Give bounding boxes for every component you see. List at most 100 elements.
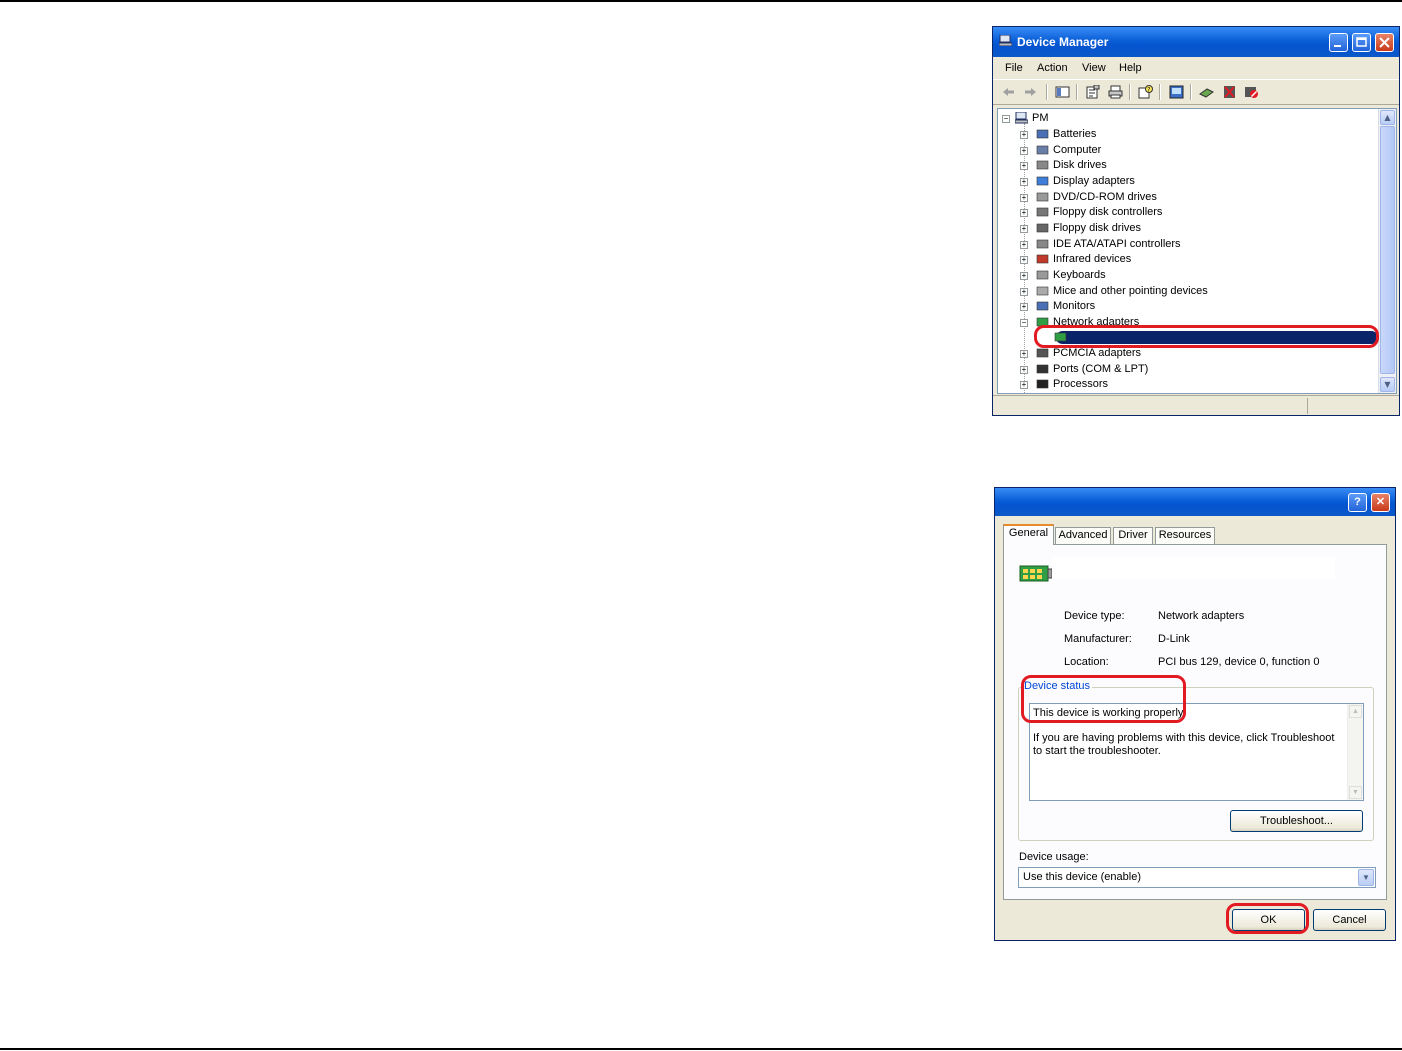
expand-toggle[interactable]: + [1020,271,1028,280]
expand-toggle[interactable]: + [1020,256,1028,265]
uninstall-icon[interactable] [1222,85,1237,99]
expand-toggle[interactable]: + [1020,224,1028,233]
scroll-thumb[interactable] [1380,126,1395,374]
back-icon[interactable] [1001,85,1016,99]
expand-toggle[interactable]: + [1020,350,1028,359]
expand-toggle[interactable]: − [1020,318,1028,327]
toolbar-separator [1129,84,1131,100]
location-label: Location: [1064,656,1109,668]
status-bar [993,395,1399,415]
tree-item-label: Display adapters [1053,174,1135,187]
expand-toggle[interactable]: + [1020,287,1028,296]
tree-item-label: Keyboards [1053,268,1106,281]
tree-item-label: IDE ATA/ATAPI controllers [1053,237,1181,250]
highlight-ring-selected-adapter [1034,325,1379,348]
device-manager-titlebar[interactable]: Device Manager [993,27,1399,57]
svg-text:?: ? [1147,87,1150,94]
disable-icon[interactable] [1244,85,1259,99]
tree-item-label: Batteries [1053,128,1097,140]
minimize-icon [1334,45,1341,47]
bottom-rule [0,1048,1402,1050]
status-scroll-up[interactable]: ▲ [1349,705,1362,718]
expand-toggle[interactable]: + [1020,303,1028,312]
help-icon[interactable]: ? [1138,85,1153,99]
tree-item-label: Floppy disk controllers [1053,206,1163,219]
device-category-icon [1036,348,1049,358]
menu-bar: File Action View Help [993,57,1399,79]
dialog-help-button[interactable]: ? [1348,493,1367,512]
device-usage-select[interactable]: Use this device (enable) ▼ [1018,867,1376,888]
expand-toggle[interactable]: + [1020,381,1028,390]
tab-resources[interactable]: Resources [1155,527,1215,544]
toolbar-separator [1046,84,1048,100]
device-type-value: Network adapters [1158,610,1245,622]
tree-item-label: Processors [1053,378,1109,391]
dialog-titlebar[interactable]: ? ✕ [995,488,1395,516]
expand-toggle[interactable]: + [1020,177,1028,186]
device-usage-label: Device usage: [1019,851,1089,863]
update-driver-icon[interactable] [1199,85,1214,99]
device-category-icon [1036,223,1049,233]
device-category-icon [1036,286,1049,295]
device-category-icon [1036,145,1049,154]
tree-item-label: Monitors [1053,300,1096,313]
status-help-text: If you are having problems with this dev… [1033,732,1335,757]
tree-item-label: Floppy disk drives [1053,221,1142,234]
device-category-icon [1036,380,1049,389]
tab-advanced[interactable]: Advanced [1055,527,1111,544]
toolbar-separator [1076,84,1078,100]
status-scrollbar[interactable]: ▲ ▼ [1347,704,1363,800]
tree-item-label: Ports (COM & LPT) [1053,362,1149,375]
manufacturer-value: D-Link [1158,633,1190,645]
highlight-ring-ok-button [1226,903,1309,934]
scroll-up-button[interactable]: ▲ [1380,110,1395,125]
tree-item-label: PCMCIA adapters [1053,347,1142,360]
menu-action[interactable]: Action [1037,62,1068,74]
status-scroll-down[interactable]: ▼ [1349,786,1362,799]
maximize-button[interactable] [1352,33,1371,52]
device-usage-value: Use this device (enable) [1023,871,1142,883]
highlight-ring-device-status [1021,675,1186,723]
close-button[interactable] [1375,33,1394,52]
scan-hardware-icon[interactable] [1169,85,1184,99]
device-category-icon [1036,254,1049,264]
forward-icon[interactable] [1023,85,1038,99]
tree-item-label: Mice and other pointing devices [1053,284,1208,297]
menu-view[interactable]: View [1082,62,1106,74]
device-category-icon [1036,192,1049,201]
troubleshoot-button[interactable]: Troubleshoot... [1230,810,1363,832]
expand-toggle[interactable]: + [1020,146,1028,155]
properties-icon[interactable] [1085,85,1100,99]
expand-toggle[interactable]: + [1020,131,1028,139]
tree-root-label: PM [1032,112,1049,124]
computer-icon [999,35,1012,46]
device-name-field [1052,557,1335,579]
minimize-button[interactable] [1329,33,1348,52]
dialog-close-button[interactable]: ✕ [1371,493,1390,512]
scroll-down-button[interactable]: ▼ [1380,377,1395,392]
toolbar: ? [993,79,1399,105]
maximize-icon [1356,37,1367,47]
show-hide-tree-icon[interactable] [1055,85,1070,99]
menu-file[interactable]: File [1005,62,1023,74]
expand-toggle[interactable]: + [1020,240,1028,249]
print-icon[interactable] [1108,85,1123,99]
device-type-label: Device type: [1064,610,1125,622]
tree-item-label: Computer [1053,143,1102,156]
menu-help[interactable]: Help [1119,62,1142,74]
expand-toggle[interactable]: + [1020,162,1028,171]
chevron-down-icon[interactable]: ▼ [1358,869,1374,886]
cancel-button[interactable]: Cancel [1313,909,1386,931]
expand-toggle[interactable]: + [1020,209,1028,218]
window-title: Device Manager [1017,35,1109,49]
collapse-toggle[interactable]: − [1002,115,1010,123]
expand-toggle[interactable]: + [1020,365,1028,374]
help-glyph: ? [1354,496,1361,508]
tree-item-label: Infrared devices [1053,253,1132,266]
tab-general[interactable]: General [1003,524,1054,545]
tree-item-label: Disk drives [1053,159,1107,172]
tree-scrollbar[interactable]: ▲ ▼ [1378,109,1396,393]
tab-driver[interactable]: Driver [1113,527,1153,544]
expand-toggle[interactable]: + [1020,193,1028,202]
device-tree[interactable]: − PM + Batteries + Computer + Disk drives + Displ… [997,108,1397,394]
